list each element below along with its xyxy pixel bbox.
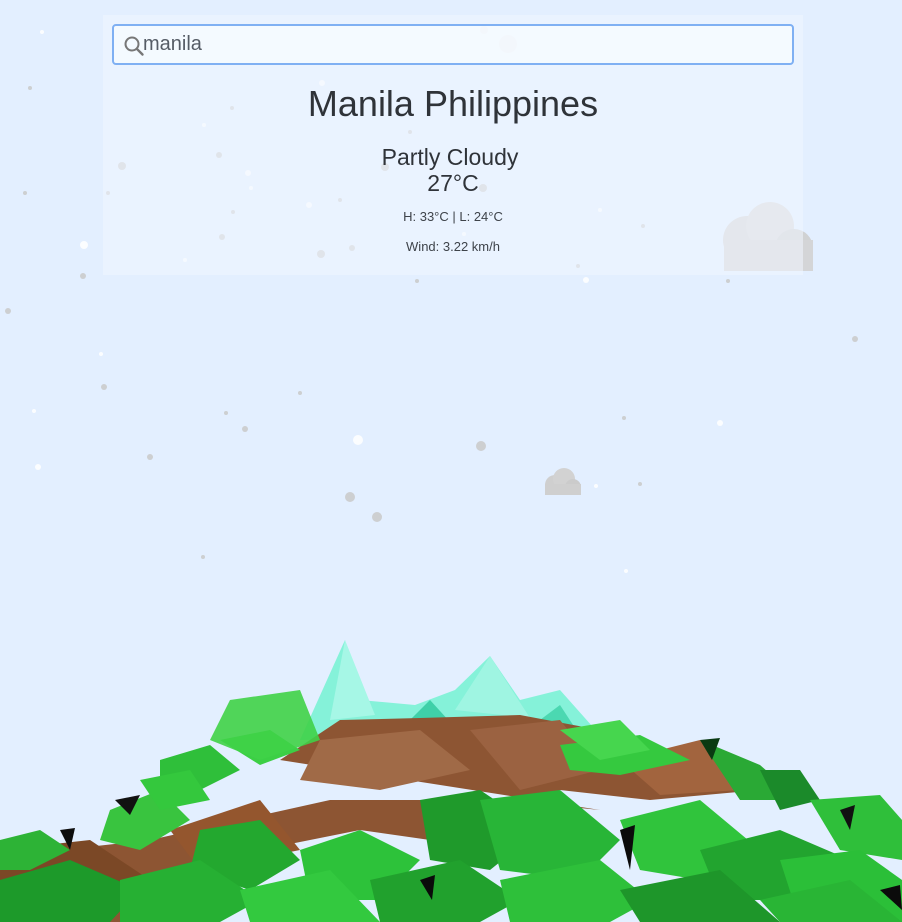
cloud-particle (40, 30, 44, 34)
cloud-particle (345, 492, 355, 502)
cloud-particle (726, 279, 730, 283)
cloud-particle (353, 435, 363, 445)
cloud-particle (80, 273, 86, 279)
cloud-particle (372, 512, 382, 522)
cloud-particle (298, 391, 302, 395)
cloud-particle (201, 555, 205, 559)
cloud-particle (224, 411, 228, 415)
cloud-particle (415, 279, 419, 283)
cloud-particle (23, 191, 27, 195)
cloud-particle (852, 336, 858, 342)
cloud-particle (624, 569, 628, 573)
cloud-particle (717, 420, 723, 426)
weather-panel: Manila Philippines Partly Cloudy 27°C H:… (103, 15, 803, 275)
cloud-particle (638, 482, 642, 486)
cloud-particle (594, 484, 598, 488)
search-box[interactable] (112, 24, 794, 65)
city-name: Manila Philippines (307, 83, 599, 124)
weather-condition: Partly Cloudy (381, 144, 519, 170)
cloud-particle (242, 426, 248, 432)
cloud-particle (583, 277, 589, 283)
cloud-particle (622, 416, 626, 420)
cloud-particle (101, 384, 107, 390)
cloud-particle (32, 409, 36, 413)
cloud-particle (147, 454, 153, 460)
search-input[interactable] (143, 26, 783, 63)
search-icon (124, 36, 144, 56)
temperature: 27°C (427, 170, 479, 196)
cloud-particle (28, 86, 32, 90)
wind-speed: Wind: 3.22 km/h (406, 239, 500, 254)
cloud-particle (80, 241, 88, 249)
cloud-particle (476, 441, 486, 451)
cloud-particle (99, 352, 103, 356)
cloud-particle (35, 464, 41, 470)
cloud-particle (5, 308, 11, 314)
high-low-temperature: H: 33°C | L: 24°C (403, 209, 503, 224)
